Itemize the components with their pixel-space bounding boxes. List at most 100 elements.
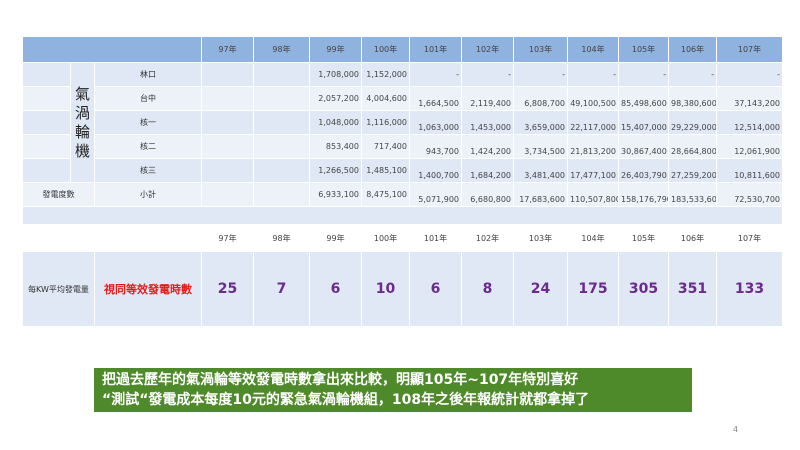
hours-year-cell: 103年 bbox=[513, 224, 568, 252]
left-blank-cell bbox=[22, 110, 71, 135]
value-cell: 1,485,100 bbox=[361, 158, 410, 183]
hours-year-cell: 107年 bbox=[716, 224, 783, 252]
hours-value-cell: 351 bbox=[668, 251, 717, 327]
subtotal-value-cell: 72,530,700 bbox=[716, 182, 783, 207]
hours-value-cell: 7 bbox=[253, 251, 310, 327]
left-blank-cell bbox=[22, 158, 71, 183]
value-cell: 1,048,000 bbox=[309, 110, 362, 135]
value-cell: 30,867,400 bbox=[618, 134, 669, 159]
value-cell: 3,659,000 bbox=[513, 110, 568, 135]
plant-name: 核三 bbox=[94, 158, 202, 183]
year-header-cell: 101年 bbox=[409, 36, 462, 63]
header-blank bbox=[22, 36, 202, 63]
left-blank-cell bbox=[22, 134, 71, 159]
plant-row-nuclear1: 核一 1,048,000 1,116,000 1,063,000 1,453,000 3,… bbox=[22, 110, 783, 135]
value-cell: 29,229,000 bbox=[668, 110, 717, 135]
year-header-cell: 105年 bbox=[618, 36, 669, 63]
category-char: 渦 bbox=[74, 103, 90, 122]
value-cell: 85,498,600 bbox=[618, 86, 669, 111]
note-box: 把過去歷年的氣渦輪等效發電時數拿出來比較，明顯105年~107年特別喜好 “測試… bbox=[94, 368, 692, 412]
year-header-cell: 102年 bbox=[461, 36, 514, 63]
hours-year-row: 97年 98年 99年 100年 101年 102年 103年 104年 105年 106年 107… bbox=[22, 224, 783, 252]
plant-name: 台中 bbox=[94, 86, 202, 111]
value-cell: 12,061,900 bbox=[716, 134, 783, 159]
value-cell: - bbox=[409, 62, 462, 87]
value-cell: - bbox=[716, 62, 783, 87]
value-cell: 853,400 bbox=[309, 134, 362, 159]
hours-year-cell: 106年 bbox=[668, 224, 717, 252]
hours-value-cell: 6 bbox=[409, 251, 462, 327]
hours-year-blank bbox=[22, 224, 202, 252]
value-cell: 22,117,000 bbox=[567, 110, 619, 135]
value-cell: 3,481,400 bbox=[513, 158, 568, 183]
value-cell: 1,116,000 bbox=[361, 110, 410, 135]
hours-year-cell: 102年 bbox=[461, 224, 514, 252]
value-cell: 28,664,800 bbox=[668, 134, 717, 159]
subtotal-value-cell: 110,507,800 bbox=[567, 182, 619, 207]
year-header-cell: 103年 bbox=[513, 36, 568, 63]
value-cell: 943,700 bbox=[409, 134, 462, 159]
plant-name: 林口 bbox=[94, 62, 202, 87]
value-cell: 1,684,200 bbox=[461, 158, 514, 183]
value-cell: - bbox=[461, 62, 514, 87]
year-header-row: 97年 98年 99年 100年 101年 102年 103年 104年 105年 106年 107… bbox=[22, 36, 783, 63]
category-char: 機 bbox=[74, 141, 90, 160]
hours-value-cell: 25 bbox=[201, 251, 254, 327]
value-cell: 1,266,500 bbox=[309, 158, 362, 183]
value-cell: 4,004,600 bbox=[361, 86, 410, 111]
value-cell bbox=[201, 158, 254, 183]
value-cell: 2,119,400 bbox=[461, 86, 514, 111]
value-cell: 1,424,200 bbox=[461, 134, 514, 159]
value-cell bbox=[201, 110, 254, 135]
value-cell: 1,453,000 bbox=[461, 110, 514, 135]
blank-row bbox=[22, 206, 783, 225]
value-cell bbox=[201, 86, 254, 111]
year-header-cell: 97年 bbox=[201, 36, 254, 63]
value-cell: - bbox=[668, 62, 717, 87]
subtotal-value-cell bbox=[253, 182, 310, 207]
hours-row: 每KW平均發電量 視同等效發電時數 25 7 6 10 6 8 24 175 305 351 133 bbox=[22, 251, 783, 327]
hours-year-cell: 99年 bbox=[309, 224, 362, 252]
value-cell: 2,057,200 bbox=[309, 86, 362, 111]
value-cell bbox=[201, 134, 254, 159]
value-cell: 26,403,790 bbox=[618, 158, 669, 183]
subtotal-value-cell: 8,475,100 bbox=[361, 182, 410, 207]
value-cell: 1,400,700 bbox=[409, 158, 462, 183]
subtotal-value-cell: 5,071,900 bbox=[409, 182, 462, 207]
left-blank-cell bbox=[22, 86, 71, 111]
value-cell: 1,152,000 bbox=[361, 62, 410, 87]
year-header-cell: 104年 bbox=[567, 36, 619, 63]
subtotal-value-cell bbox=[201, 182, 254, 207]
hours-year-cell: 98年 bbox=[253, 224, 310, 252]
plant-name: 核一 bbox=[94, 110, 202, 135]
blank-cell bbox=[22, 206, 783, 225]
value-cell: 49,100,500 bbox=[567, 86, 619, 111]
hours-year-cell: 101年 bbox=[409, 224, 462, 252]
page-number: 4 bbox=[733, 425, 739, 434]
hours-value-cell: 133 bbox=[716, 251, 783, 327]
value-cell: 21,813,200 bbox=[567, 134, 619, 159]
subtotal-value-cell: 6,680,800 bbox=[461, 182, 514, 207]
value-cell: 6,808,700 bbox=[513, 86, 568, 111]
hours-value-cell: 305 bbox=[618, 251, 669, 327]
value-cell: - bbox=[513, 62, 568, 87]
value-cell: - bbox=[618, 62, 669, 87]
year-header-cell: 100年 bbox=[361, 36, 410, 63]
category-char: 輪 bbox=[74, 122, 90, 141]
hours-value-cell: 6 bbox=[309, 251, 362, 327]
hours-year-cell: 104年 bbox=[567, 224, 619, 252]
plant-row-linkou: 氣渦輪機林口1,708,0001,152,000-------查無資料 bbox=[22, 62, 783, 183]
data-table: 97年 98年 99年 100年 101年 102年 103年 104年 105年 106年 107… bbox=[22, 36, 783, 327]
hours-label: 視同等效發電時數 bbox=[94, 251, 202, 327]
value-cell bbox=[253, 110, 310, 135]
category-char: 氣 bbox=[74, 84, 90, 103]
value-cell: 17,477,100 bbox=[567, 158, 619, 183]
hours-year-cell: 97年 bbox=[201, 224, 254, 252]
value-cell: 98,380,600 bbox=[668, 86, 717, 111]
hours-value-cell: 10 bbox=[361, 251, 410, 327]
note-line-1: 把過去歷年的氣渦輪等效發電時數拿出來比較，明顯105年~107年特別喜好 bbox=[102, 372, 579, 388]
plant-row-taichung: 台中 2,057,200 4,004,600 1,664,500 2,119,400 6,… bbox=[22, 86, 783, 111]
value-cell: 12,514,000 bbox=[716, 110, 783, 135]
year-header-cell: 107年 bbox=[716, 36, 783, 63]
year-header-cell: 106年 bbox=[668, 36, 717, 63]
